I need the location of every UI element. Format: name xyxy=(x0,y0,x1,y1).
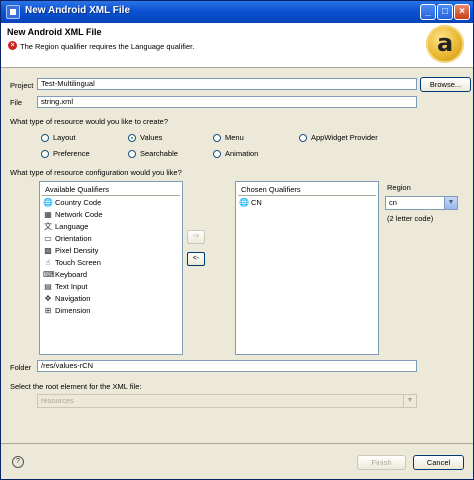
maximize-button[interactable]: □ xyxy=(437,4,453,20)
chosen-qualifiers-list[interactable]: Chosen Qualifiers 🌐 CN xyxy=(235,181,379,355)
radio-indicator[interactable] xyxy=(299,134,307,142)
close-button[interactable]: × xyxy=(454,4,470,20)
radio-label: Layout xyxy=(53,133,76,142)
remove-qualifier-button[interactable]: <- xyxy=(187,252,205,266)
resource-type-question: What type of resource would you like to … xyxy=(10,117,168,126)
radio-label: Searchable xyxy=(140,149,178,158)
file-label: File xyxy=(10,98,23,107)
dialog-window: New Android XML File _ □ × New Android X… xyxy=(0,0,474,480)
chosen-qualifiers-header: Chosen Qualifiers xyxy=(241,185,301,194)
network-icon: ▦ xyxy=(44,210,52,219)
help-icon[interactable]: ? xyxy=(12,456,24,468)
navigation-icon: ✥ xyxy=(44,294,52,303)
radio-indicator[interactable] xyxy=(128,150,136,158)
density-icon: ▩ xyxy=(44,246,52,255)
dimension-icon: ⊞ xyxy=(44,306,52,315)
keyboard-icon: ⌨ xyxy=(43,270,55,279)
eclipse-window-icon xyxy=(6,5,20,19)
folder-field[interactable]: /res/values-rCN xyxy=(37,360,417,372)
configuration-question: What type of resource configuration woul… xyxy=(10,168,182,177)
radio-label: AppWidget Provider xyxy=(311,133,378,142)
radio-indicator[interactable] xyxy=(213,134,221,142)
cancel-button[interactable]: Cancel xyxy=(413,455,464,470)
radio-indicator[interactable] xyxy=(41,150,49,158)
android-wizard-logo: a xyxy=(426,25,464,63)
list-item-label: Orientation xyxy=(55,234,92,243)
wizard-title: New Android XML File xyxy=(7,27,102,37)
list-item-label: Language xyxy=(55,222,89,231)
radio-indicator[interactable] xyxy=(213,150,221,158)
globe-icon: 🌐 xyxy=(239,198,249,207)
region-value: cn xyxy=(389,198,397,207)
list-item-label: Touch Screen xyxy=(55,258,101,267)
radio-label: Menu xyxy=(225,133,244,142)
list-item-label: Dimension xyxy=(55,306,91,315)
list-header-divider xyxy=(42,195,180,196)
radio-label: Preference xyxy=(53,149,90,158)
finish-button[interactable]: Finish xyxy=(357,455,406,470)
region-hint: (2 letter code) xyxy=(387,214,434,223)
file-field[interactable]: string.xml xyxy=(37,96,417,108)
browse-button[interactable]: Browse... xyxy=(420,77,471,92)
radio-indicator[interactable] xyxy=(41,134,49,142)
list-item-label: Keyboard xyxy=(55,270,88,279)
list-item-label: Text Input xyxy=(55,282,88,291)
radio-indicator[interactable] xyxy=(128,134,136,142)
project-field[interactable]: Test-Multilingual xyxy=(37,78,417,90)
error-icon: × xyxy=(8,41,17,50)
minimize-button[interactable]: _ xyxy=(420,4,436,20)
list-header-divider xyxy=(238,195,376,196)
available-qualifiers-header: Available Qualifiers xyxy=(45,185,110,194)
wizard-header: New Android XML File × The Region qualif… xyxy=(1,23,473,68)
chevron-down-icon[interactable]: ▼ xyxy=(444,197,457,209)
radio-label: Values xyxy=(140,133,163,142)
add-qualifier-button[interactable]: -> xyxy=(187,230,205,244)
list-item-label: Navigation xyxy=(55,294,91,303)
touch-icon: ☝ xyxy=(45,258,51,267)
root-element-combo[interactable]: resources ▼ xyxy=(37,394,417,408)
project-label: Project xyxy=(10,81,34,90)
folder-label: Folder xyxy=(10,363,32,372)
error-message: The Region qualifier requires the Langua… xyxy=(20,42,195,51)
text-input-icon: ▤ xyxy=(44,282,52,291)
chevron-down-icon[interactable]: ▼ xyxy=(403,395,416,407)
available-qualifiers-list[interactable]: Available Qualifiers 🌐 Country Code ▦ Netw… xyxy=(39,181,183,355)
title-bar[interactable]: New Android XML File _ □ × xyxy=(1,1,473,23)
list-item-label: CN xyxy=(251,198,262,207)
region-combo[interactable]: cn ▼ xyxy=(385,196,458,210)
region-label: Region xyxy=(387,183,411,192)
list-item-label: Network Code xyxy=(55,210,103,219)
globe-icon: 🌐 xyxy=(43,198,53,207)
root-element-value: resources xyxy=(41,396,74,405)
orientation-icon: ▭ xyxy=(44,234,52,243)
window-title: New Android XML File xyxy=(25,5,131,16)
root-element-question: Select the root element for the XML file… xyxy=(10,382,142,391)
list-item-label: Country Code xyxy=(55,198,102,207)
radio-label: Animation xyxy=(225,149,259,158)
list-item-label: Pixel Density xyxy=(55,246,99,255)
footer-divider xyxy=(1,443,473,444)
language-icon: 文 xyxy=(44,222,52,231)
